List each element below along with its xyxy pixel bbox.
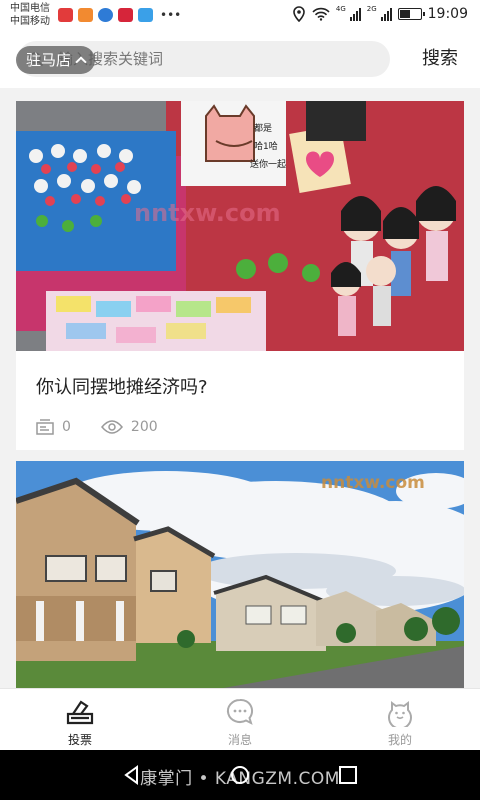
- view-count: 200: [100, 419, 158, 435]
- post-feed[interactable]: 都是 哈1哈 送你一起 nntxw.com 你认同摆地摊经济吗? 0 200 n…: [0, 88, 480, 688]
- svg-text:都是: 都是: [254, 123, 272, 134]
- app-notification-icon: [138, 8, 153, 22]
- status-indicators: 4G 2G 19:09: [292, 6, 468, 22]
- houses-photo: [16, 461, 464, 688]
- app-notification-icon: [78, 8, 93, 22]
- network-type-1: 4G: [335, 5, 346, 13]
- app-notification-icon: [58, 8, 73, 22]
- signal-2-icon: [380, 7, 392, 21]
- eye-icon: [100, 420, 123, 434]
- post-stats: 0 200: [36, 419, 158, 435]
- status-bar: 中国电信 中国移动 ••• 4G 2G 19:09: [0, 0, 480, 32]
- battery-level: [399, 10, 410, 18]
- search-button[interactable]: 搜索: [422, 44, 458, 70]
- tab-messages-label: 消息: [227, 733, 252, 747]
- tab-messages[interactable]: 消息: [200, 689, 280, 751]
- view-count-value: 200: [130, 419, 158, 435]
- image-watermark: nntxw.com: [134, 199, 281, 227]
- message-icon: [226, 698, 254, 725]
- wifi-icon: [312, 7, 330, 21]
- chevron-up-icon: [75, 56, 87, 68]
- more-notifications-icon: •••: [160, 8, 182, 22]
- tab-vote[interactable]: 投票: [40, 689, 120, 751]
- signal-1-icon: [349, 7, 361, 21]
- network-type-2: 2G: [366, 5, 377, 13]
- carrier-2: 中国移动: [10, 16, 50, 27]
- post-card[interactable]: 都是 哈1哈 送你一起 nntxw.com 你认同摆地摊经济吗? 0 200: [16, 101, 464, 450]
- tab-profile[interactable]: 我的: [360, 689, 440, 751]
- location-icon: [293, 6, 305, 22]
- vote-icon: [66, 700, 94, 725]
- system-navigation-bar: 康掌门 • KANGZM.COM: [0, 750, 480, 800]
- battery-icon: [397, 8, 425, 20]
- post-image: 都是 哈1哈 送你一起 nntxw.com: [16, 101, 464, 351]
- image-watermark: nntxw.com: [321, 473, 425, 493]
- post-title[interactable]: 你认同摆地摊经济吗?: [36, 373, 208, 399]
- app-notification-icon: [118, 8, 133, 22]
- bottom-tab-bar: 投票 消息 我的: [0, 688, 480, 750]
- header: 驻马店 搜索: [0, 32, 480, 88]
- comment-count-value: 0: [62, 419, 71, 435]
- search-input[interactable]: [58, 41, 378, 77]
- post-card[interactable]: nntxw.com: [16, 461, 464, 688]
- app-notification-icon: [98, 8, 113, 22]
- carrier-1: 中国电信: [10, 3, 50, 14]
- svg-text:送你一起: 送你一起: [250, 158, 286, 170]
- notification-icons: •••: [58, 8, 181, 22]
- tab-vote-label: 投票: [67, 733, 92, 747]
- comment-icon: [36, 419, 54, 435]
- site-watermark: 康掌门 • KANGZM.COM: [140, 769, 340, 789]
- carrier-labels: 中国电信 中国移动: [10, 2, 50, 28]
- clock: 19:09: [427, 6, 468, 22]
- comment-count: 0: [36, 419, 71, 435]
- svg-text:哈1哈: 哈1哈: [254, 140, 278, 152]
- profile-icon: [388, 701, 412, 727]
- location-selector[interactable]: 驻马店: [16, 46, 96, 74]
- location-label: 驻马店: [26, 51, 72, 69]
- post-image: nntxw.com: [16, 461, 464, 688]
- tab-profile-label: 我的: [387, 733, 412, 747]
